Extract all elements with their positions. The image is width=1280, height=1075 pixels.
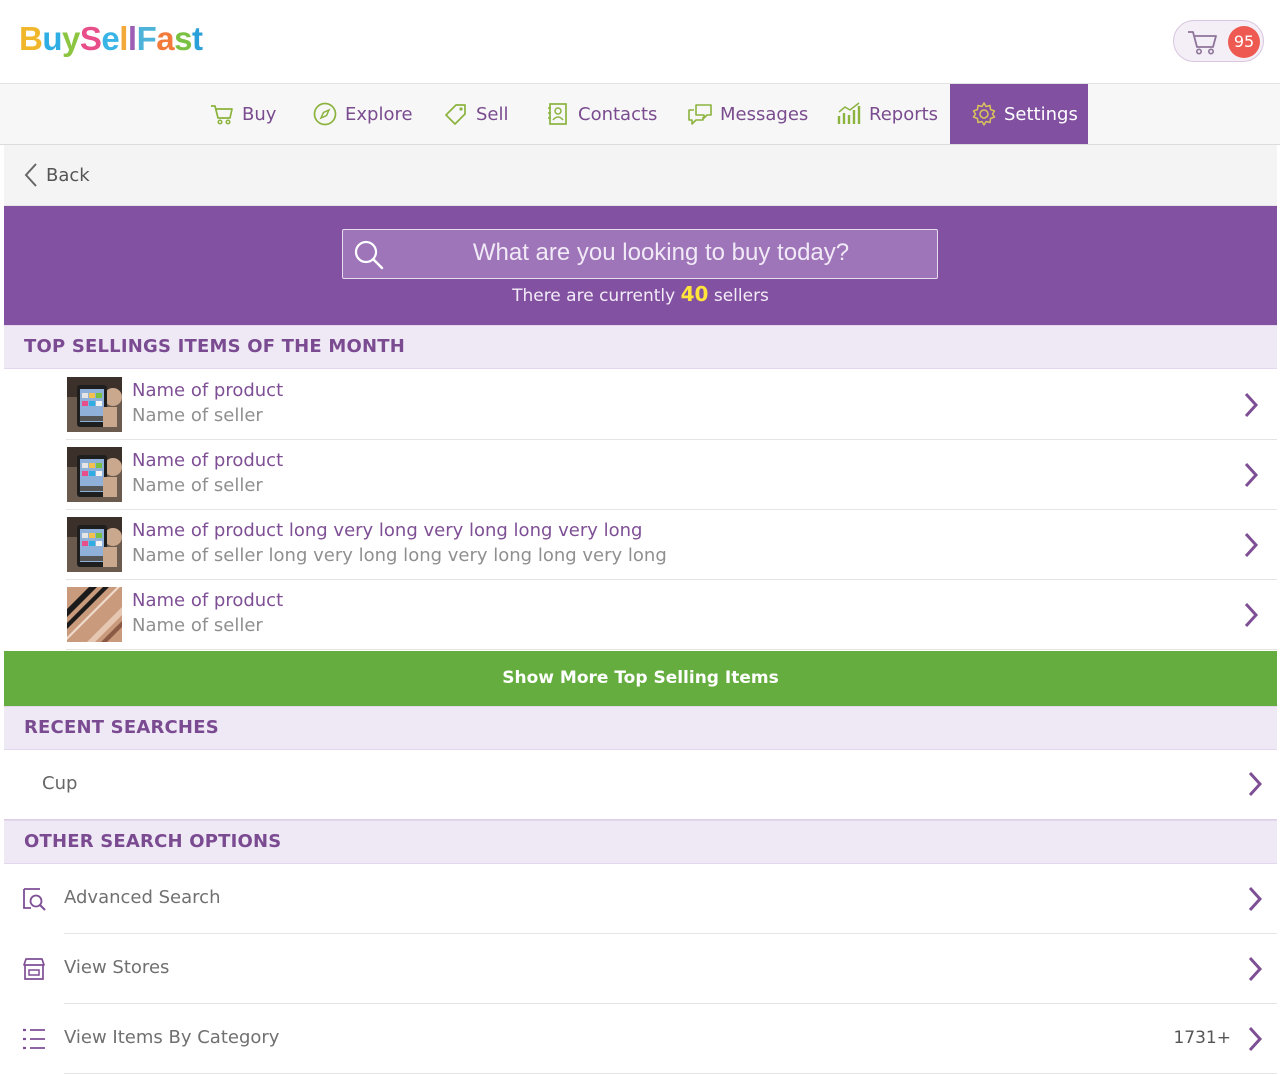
tag-icon xyxy=(445,104,466,125)
nav-label: Explore xyxy=(345,103,413,125)
nav-item-reports[interactable]: Reports xyxy=(836,84,938,144)
logo-letter: e xyxy=(101,20,120,57)
chevron-right-icon xyxy=(1244,462,1259,488)
messages-icon xyxy=(688,104,712,125)
back-row: Back xyxy=(4,145,1277,206)
seller-count-text: There are currently 40 sellers xyxy=(4,282,1277,306)
search-input[interactable]: What are you looking to buy today? xyxy=(393,230,929,278)
list-icon xyxy=(23,1028,45,1050)
nav-item-buy[interactable]: Buy xyxy=(209,84,276,144)
chevron-right-icon xyxy=(1244,532,1259,558)
cart-button[interactable]: 95 xyxy=(1173,20,1264,62)
top-bar: BuySellFast 95 xyxy=(0,0,1280,84)
nav-label: Buy xyxy=(242,103,277,125)
logo-letter: l xyxy=(127,20,137,57)
option-label: View Stores xyxy=(64,957,170,978)
nav-item-messages[interactable]: Messages xyxy=(687,84,808,144)
search-box[interactable]: What are you looking to buy today? xyxy=(342,229,938,279)
back-button[interactable]: Back xyxy=(46,165,90,186)
top-selling-header: TOP SELLINGS ITEMS OF THE MONTH xyxy=(4,325,1277,369)
logo-letter: B xyxy=(19,20,43,57)
seller-count-prefix: There are currently xyxy=(512,286,676,306)
chevron-right-icon xyxy=(1248,771,1263,797)
nav-item-sell[interactable]: Sell xyxy=(443,84,509,144)
product-row[interactable]: Name of product long very long very long… xyxy=(66,510,1277,580)
logo-letter: F xyxy=(136,20,157,57)
product-row[interactable]: Name of product Name of seller xyxy=(66,440,1277,510)
seller-name: Name of seller long very long long very … xyxy=(132,545,667,566)
main-nav: Buy Explore Sell Contacts Messages Repor… xyxy=(0,84,1280,145)
product-thumbnail xyxy=(67,587,122,642)
chevron-right-icon xyxy=(1248,886,1263,912)
show-more-button[interactable]: Show More Top Selling Items xyxy=(4,651,1277,706)
product-name: Name of product long very long very long… xyxy=(132,520,643,541)
product-row[interactable]: Name of product Name of seller xyxy=(66,580,1277,650)
seller-count-suffix: sellers xyxy=(713,286,769,306)
other-options-header: OTHER SEARCH OPTIONS xyxy=(4,820,1277,864)
nav-label: Reports xyxy=(869,103,939,125)
nav-label: Settings xyxy=(1004,103,1078,125)
chart-icon xyxy=(837,102,861,124)
view-by-category-row[interactable]: View Items By Category 1731+ xyxy=(4,1004,1277,1074)
nav-label: Sell xyxy=(476,103,509,125)
logo[interactable]: BuySellFast xyxy=(19,20,203,58)
logo-letter: u xyxy=(42,20,63,57)
chevron-right-icon xyxy=(1248,1026,1263,1052)
divider xyxy=(64,1073,1277,1074)
product-thumbnail xyxy=(67,517,122,572)
chevron-right-icon xyxy=(1248,956,1263,982)
option-label: View Items By Category xyxy=(64,1027,280,1048)
product-name: Name of product xyxy=(132,590,284,611)
product-name: Name of product xyxy=(132,450,284,471)
search-banner: What are you looking to buy today? There… xyxy=(4,206,1277,325)
seller-name: Name of seller xyxy=(132,615,263,636)
search-icon xyxy=(354,240,384,270)
compass-icon xyxy=(313,102,337,126)
gear-icon xyxy=(972,102,996,126)
advanced-search-icon xyxy=(23,888,46,911)
logo-letter: y xyxy=(62,20,80,57)
seller-name: Name of seller xyxy=(132,475,263,496)
logo-letter: a xyxy=(156,20,175,57)
cart-icon xyxy=(1188,31,1217,55)
logo-letter: t xyxy=(191,20,203,57)
view-stores-row[interactable]: View Stores xyxy=(4,934,1277,1004)
contacts-icon xyxy=(548,103,567,125)
back-chevron-icon[interactable] xyxy=(22,162,40,188)
recent-search-label: Cup xyxy=(42,773,78,794)
logo-letter: S xyxy=(79,20,102,57)
store-icon xyxy=(23,958,45,980)
nav-label: Contacts xyxy=(578,103,658,125)
chevron-right-icon xyxy=(1244,602,1259,628)
nav-item-explore[interactable]: Explore xyxy=(312,84,413,144)
logo-letter: l xyxy=(119,20,128,57)
seller-name: Name of seller xyxy=(132,405,263,426)
option-label: Advanced Search xyxy=(64,887,221,908)
recent-searches-header: RECENT SEARCHES xyxy=(4,706,1277,750)
product-row[interactable]: Name of product Name of seller xyxy=(66,370,1277,440)
nav-item-settings[interactable]: Settings xyxy=(950,84,1088,144)
logo-letter: s xyxy=(174,20,192,57)
seller-count-value: 40 xyxy=(680,282,709,306)
cart-icon xyxy=(211,105,233,125)
advanced-search-row[interactable]: Advanced Search xyxy=(4,864,1277,934)
product-name: Name of product xyxy=(132,380,284,401)
product-thumbnail xyxy=(67,377,122,432)
category-count: 1731+ xyxy=(1173,1028,1231,1048)
chevron-right-icon xyxy=(1244,392,1259,418)
nav-item-contacts[interactable]: Contacts xyxy=(545,84,657,144)
nav-label: Messages xyxy=(720,103,809,125)
cart-count-badge: 95 xyxy=(1228,26,1260,58)
product-thumbnail xyxy=(67,447,122,502)
recent-search-item[interactable]: Cup xyxy=(4,749,1277,820)
